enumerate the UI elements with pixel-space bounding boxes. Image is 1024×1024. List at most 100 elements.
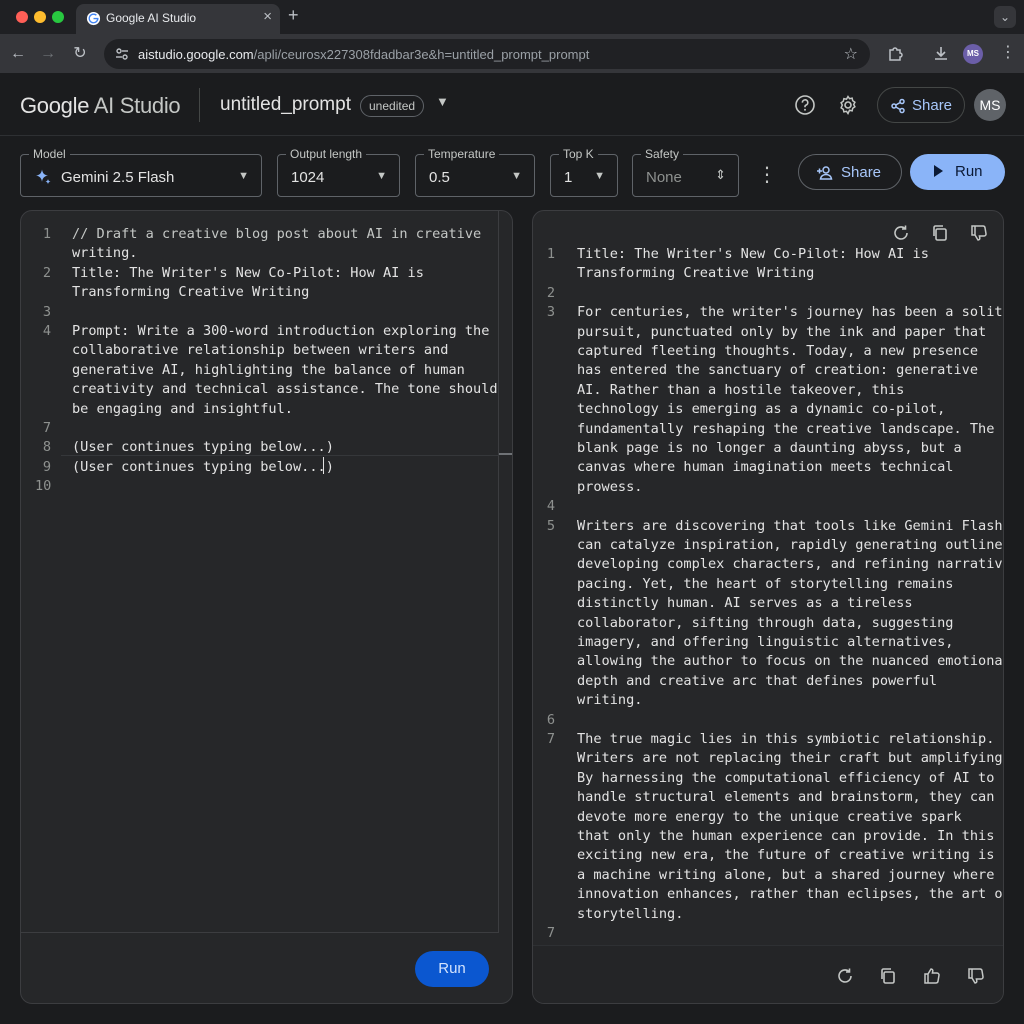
response-line-text: captured fleeting thoughts. Today, a new… [577,343,979,359]
response-line-number: 4 [546,498,555,515]
response-line-text: For centuries, the writer's journey has … [577,304,1004,321]
response-line-number: 1 [546,246,555,262]
gear-icon[interactable] [837,94,859,116]
copy-icon[interactable] [930,223,950,243]
copy-response-icon[interactable] [878,966,898,986]
browser-menu-icon[interactable]: ⋮ [1000,42,1016,62]
safety-value: None [646,169,682,186]
help-icon[interactable] [794,94,816,116]
header-share-button[interactable]: Share [877,87,965,123]
editor-line-number: 9 [42,458,51,475]
response-line-text: pacing. Yet, the heart of storytelling r… [577,575,954,592]
prompt-editor-panel: 1 // Draft a creative blog post about AI … [20,210,513,1004]
response-line-text: depth and creative arc that defines powe… [577,672,938,689]
response-line-text: pursuit, punctuated only by the ink and … [577,323,987,340]
bookmark-star-icon[interactable]: ☆ [844,44,858,64]
editor-line-text: collaborative relationship between write… [72,342,449,359]
extensions-puzzle-icon[interactable] [886,44,906,64]
response-line-text: technology is emerging as a dynamic co-p… [577,401,946,418]
address-bar[interactable]: aistudio.google.com/apli/ceurosx227308fd… [104,39,870,69]
google-favicon-icon [86,11,101,26]
prompt-editor[interactable]: 1 // Draft a creative blog post about AI … [21,211,499,933]
response-line-number: 6 [546,711,555,728]
response-line-text: a machine writing alone, but a shared jo… [577,866,995,883]
response-line-number: 5 [546,517,555,534]
editor-line-text: creativity and technical assistance. The… [72,381,498,398]
response-line-text: allowing the author to focus on the nuan… [577,653,1004,670]
model-select[interactable]: Model Gemini 2.5 Flash ▼ [20,147,262,197]
editor-line-number: 4 [42,323,51,339]
refresh-icon[interactable] [891,223,911,243]
regenerate-icon[interactable] [835,966,855,986]
user-avatar[interactable]: MS [974,89,1006,121]
logo-google: Google [20,93,90,118]
response-line-text: The true magic lies in this symbiotic re… [577,731,995,747]
editor-line-text: (User continues typing below...) [72,458,334,475]
more-settings-icon[interactable]: ⋮ [757,162,777,187]
output-length-select[interactable]: Output length 1024 ▼ [277,147,400,197]
editor-line-text: Title: The Writer's New Co-Pilot: How AI… [72,264,424,281]
browser-tab-bar: Google AI Studio × + ⌄ [0,0,1024,34]
thumbs-down-footer-icon[interactable] [966,966,986,986]
tab-search-chevron-icon[interactable]: ⌄ [994,6,1016,28]
top-k-select[interactable]: Top K 1 ▼ [550,147,618,197]
download-icon[interactable] [931,44,951,64]
safety-select[interactable]: Safety None ⇕ [632,147,739,197]
url-text: aistudio.google.com/apli/ceurosx227308fd… [138,47,589,62]
editor-line-text: generative AI, highlighting the balance … [72,361,465,378]
header-divider [199,88,200,122]
response-line-text: has entered the sanctuary of creation: g… [577,362,979,379]
temperature-caret-icon: ▼ [511,170,522,182]
response-panel: 1 Title: The Writer's New Co-Pilot: How A… [532,210,1004,1004]
editor-scroll-marker[interactable] [499,453,512,455]
response-line-text: exciting new era, the future of creative… [577,847,1004,864]
response-line-text: devote more energy to the unique creativ… [577,808,962,825]
google-ai-studio-logo[interactable]: Google AI Studio [20,93,181,119]
forward-arrow-icon[interactable]: → [36,42,60,66]
browser-tab[interactable]: Google AI Studio × [76,4,280,34]
window-close-dot[interactable] [16,11,28,23]
back-arrow-icon[interactable]: ← [6,42,30,66]
editor-line-text: Transforming Creative Writing [72,284,310,301]
new-tab-icon[interactable]: + [288,5,299,26]
temperature-label: Temperature [424,147,500,161]
share-button-label: Share [841,164,882,181]
response-line-text: fundamentally reshaping the creative lan… [577,420,995,437]
logo-product: AI Studio [93,93,181,118]
safety-updown-icon: ⇕ [715,167,726,182]
site-info-icon[interactable] [114,46,130,62]
share-icon [891,98,905,114]
thumbs-down-icon[interactable] [969,223,989,243]
response-line-number: 3 [546,304,555,321]
browser-profile-avatar[interactable]: MS [963,44,983,64]
tab-close-icon[interactable]: × [263,8,272,25]
prompt-title[interactable]: untitled_prompt [220,94,351,116]
editor-line-text: be engaging and insightful. [72,400,293,417]
window-zoom-dot[interactable] [52,11,64,23]
response-line-text: prowess. [577,478,643,495]
editor-line-text: // Draft a creative blog post about AI i… [72,226,482,242]
editor-line-number: 8 [42,439,51,456]
top-k-caret-icon: ▼ [594,170,605,182]
output-length-caret-icon: ▼ [376,170,387,182]
title-dropdown-icon[interactable]: ▼ [436,94,449,109]
text-caret [323,457,324,474]
editor-line-number: 10 [35,478,52,495]
share-button[interactable]: Share [798,154,902,190]
editor-line-text: writing. [72,245,138,262]
run-button[interactable]: Run [910,154,1005,190]
thumbs-up-icon[interactable] [922,966,942,986]
top-k-label: Top K [559,147,598,161]
reload-icon[interactable]: ↻ [68,42,92,66]
temperature-select[interactable]: Temperature 0.5 ▼ [415,147,535,197]
response-line-text: distinctly human. AI serves as a tireles… [577,595,913,612]
window-minimize-dot[interactable] [34,11,46,23]
response-line-text: storytelling. [577,905,684,922]
response-line-text: developing complex characters, and refin… [577,556,1004,573]
response-line-number: 7 [546,731,555,747]
add-person-icon [817,166,833,180]
model-caret-icon: ▼ [238,170,249,182]
editor-run-button[interactable]: Run [415,951,489,987]
response-line-text: canvas where human imagination meets tec… [577,459,954,476]
response-line-text: By harnessing the computational efficien… [577,769,995,786]
